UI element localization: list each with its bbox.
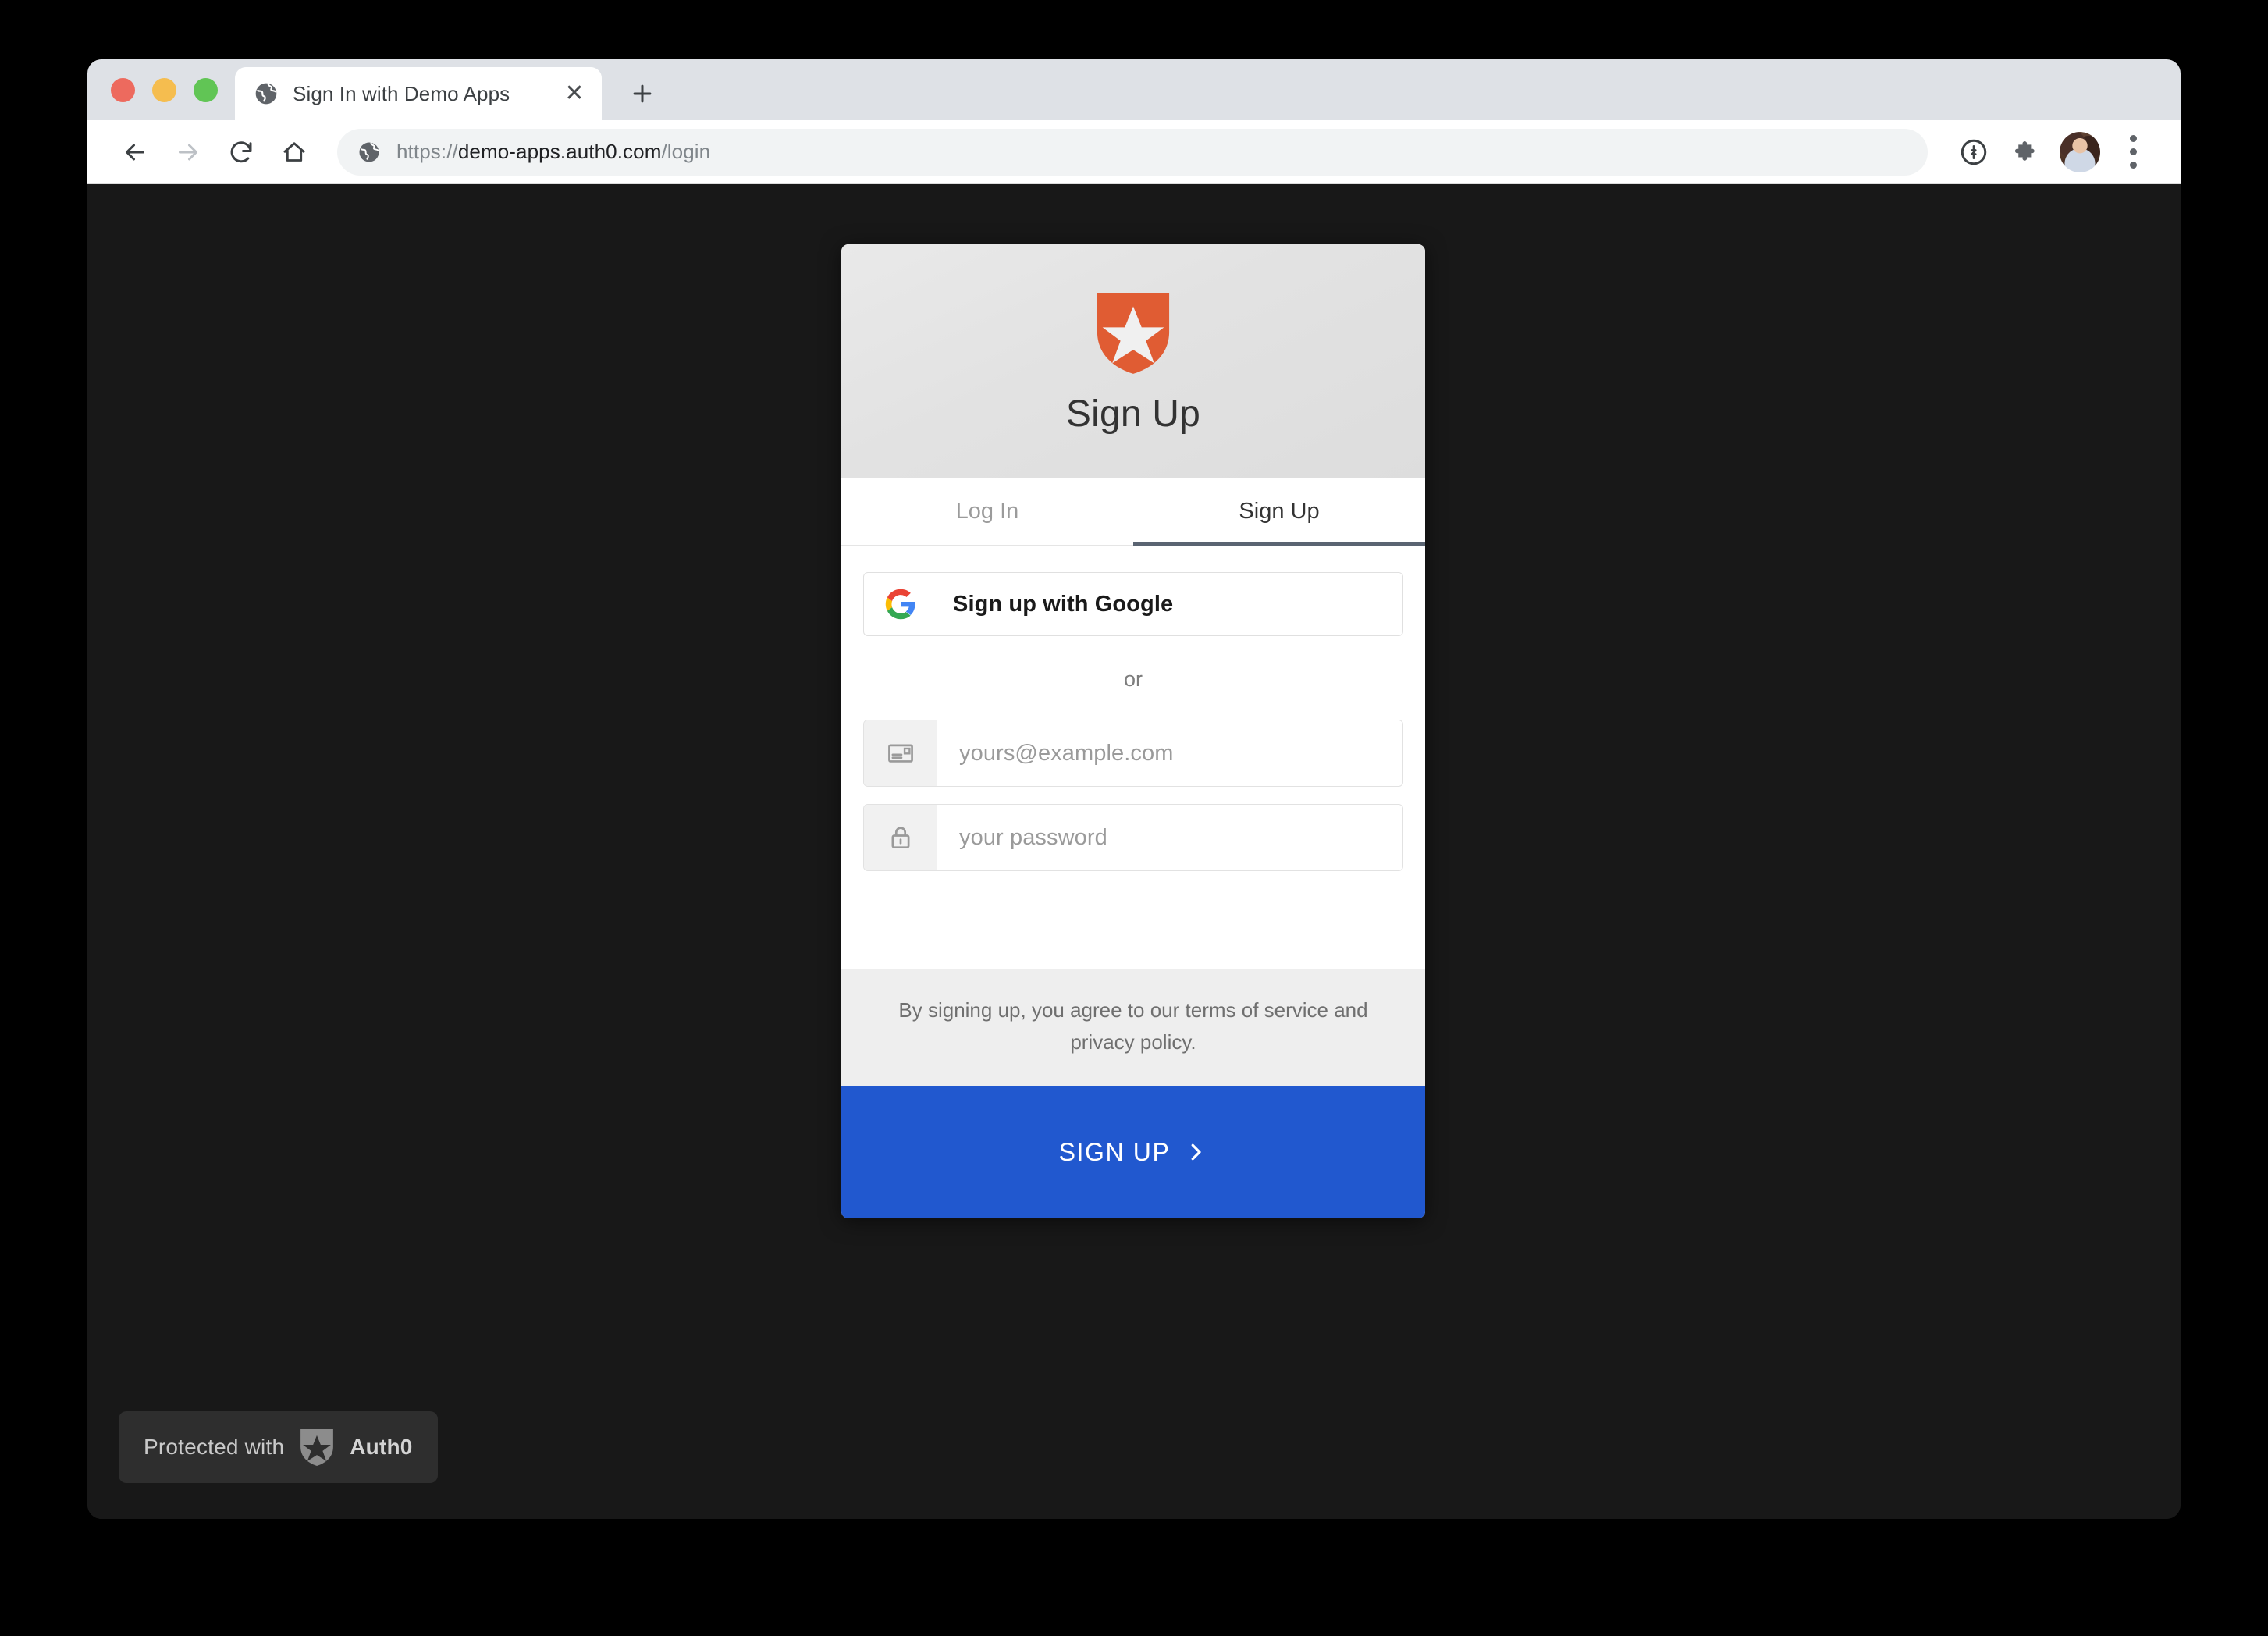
puzzle-piece-icon[interactable] — [2003, 128, 2051, 176]
card-header: Sign Up — [841, 244, 1425, 478]
page-viewport: Sign Up Log In Sign Up Sign up with Goog… — [87, 184, 2181, 1519]
plus-icon — [633, 84, 652, 103]
address-bar[interactable]: https://demo-apps.auth0.com/login — [337, 128, 1928, 176]
globe-icon — [357, 140, 381, 164]
chevron-right-icon — [1184, 1140, 1207, 1164]
minimize-window-button[interactable] — [152, 77, 176, 102]
google-g-icon — [884, 588, 917, 621]
password-field[interactable]: your password — [863, 804, 1403, 871]
maximize-window-button[interactable] — [194, 77, 218, 102]
email-field[interactable]: yours@example.com — [863, 720, 1403, 787]
window-traffic-lights — [108, 59, 235, 120]
avatar[interactable] — [2056, 128, 2104, 176]
tab-sign-up[interactable]: Sign Up — [1133, 478, 1425, 546]
or-divider: or — [1123, 667, 1143, 691]
browser-window: Sign In with Demo Apps ✕ https://demo-ap… — [87, 59, 2181, 1519]
auth0-brand-label: Auth0 — [350, 1435, 413, 1459]
auth0-shield-icon — [1097, 292, 1170, 374]
tab-log-in-label: Log In — [955, 499, 1019, 524]
sign-up-button-label: SIGN UP — [1058, 1137, 1171, 1166]
sign-up-with-google-button[interactable]: Sign up with Google — [863, 572, 1403, 636]
protected-with-label: Protected with — [144, 1435, 285, 1459]
browser-tab[interactable]: Sign In with Demo Apps ✕ — [235, 67, 602, 120]
reload-icon[interactable] — [217, 128, 265, 176]
card-title: Sign Up — [1065, 393, 1201, 435]
password-input[interactable]: your password — [937, 805, 1402, 870]
email-input[interactable]: yours@example.com — [937, 720, 1402, 786]
url-host: demo-apps.auth0.com — [457, 140, 662, 163]
profile-avatar-image — [2060, 131, 2100, 172]
1password-icon[interactable] — [1950, 128, 1998, 176]
close-window-button[interactable] — [111, 77, 135, 102]
address-bar-url: https://demo-apps.auth0.com/login — [396, 140, 710, 164]
card-tabs: Log In Sign Up — [841, 478, 1425, 546]
protected-with-auth0-badge[interactable]: Protected with Auth0 — [119, 1411, 438, 1483]
tab-sign-up-label: Sign Up — [1239, 499, 1320, 524]
back-arrow-icon[interactable] — [111, 128, 159, 176]
forward-arrow-icon[interactable] — [164, 128, 212, 176]
url-scheme: https:// — [396, 140, 458, 163]
three-dot-menu-icon[interactable] — [2109, 128, 2157, 176]
auth0-shield-icon — [300, 1428, 334, 1466]
new-tab-button[interactable] — [619, 70, 666, 117]
browser-tab-title: Sign In with Demo Apps — [293, 81, 510, 105]
sign-up-with-google-label: Sign up with Google — [953, 591, 1174, 617]
terms-text: By signing up, you agree to our terms of… — [841, 969, 1425, 1086]
tab-log-in[interactable]: Log In — [841, 478, 1133, 545]
browser-toolbar: https://demo-apps.auth0.com/login — [87, 120, 2181, 184]
close-icon[interactable]: ✕ — [561, 80, 588, 107]
globe-icon — [254, 81, 279, 106]
email-icon — [864, 720, 937, 786]
home-icon[interactable] — [270, 128, 318, 176]
tab-strip: Sign In with Demo Apps ✕ — [87, 59, 2181, 120]
auth0-signup-card: Sign Up Log In Sign Up Sign up with Goog… — [841, 244, 1425, 1218]
lock-icon — [864, 805, 937, 870]
url-path: /login — [661, 140, 711, 163]
sign-up-button[interactable]: SIGN UP — [841, 1086, 1425, 1218]
card-body: Sign up with Google or yours@example.com — [841, 546, 1425, 970]
